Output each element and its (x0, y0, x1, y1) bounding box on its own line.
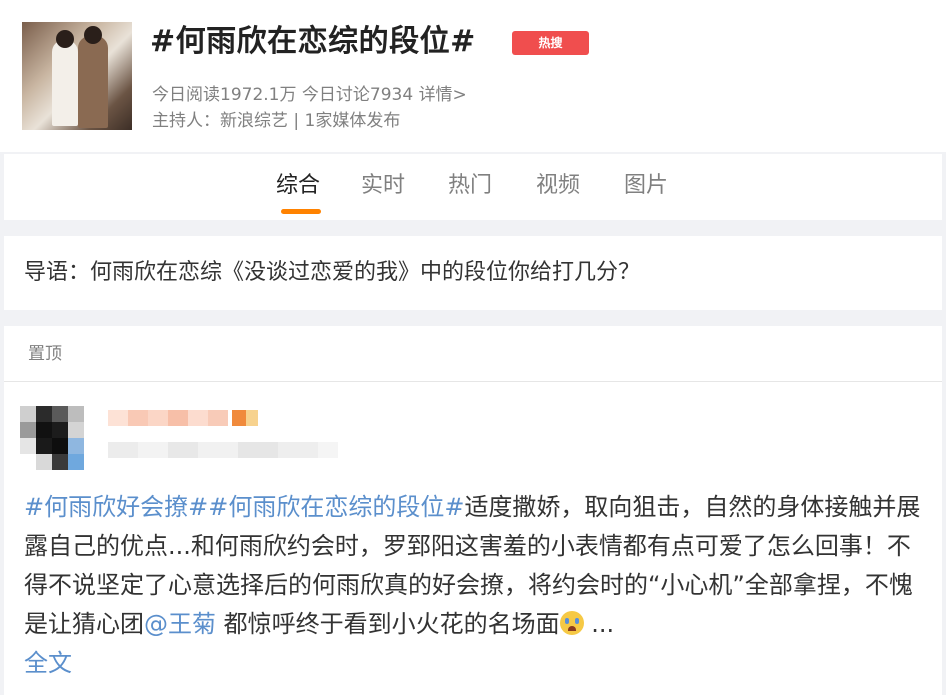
avatar-pixel (52, 454, 68, 470)
avatar-pixel (36, 438, 52, 454)
topic-host: 主持人：新浪综艺 | 1家媒体发布 (152, 111, 401, 131)
tab-video[interactable]: 视频 (536, 170, 580, 202)
avatar-pixel (52, 422, 68, 438)
mention-link[interactable]: @王菊 (144, 610, 216, 638)
name-blur-block (148, 410, 168, 426)
divider (4, 381, 942, 382)
name-blur-block (188, 410, 208, 426)
cover-figure-left (52, 40, 78, 126)
avatar-pixel (68, 422, 84, 438)
cover-figure-right (78, 36, 108, 128)
topic-header: #何雨欣在恋综的段位# 热搜 今日阅读1972.1万 今日讨论7934 详情> … (0, 0, 946, 152)
intro-card: 导语：何雨欣在恋综《没谈过恋爱的我》中的段位你给打几分？ (4, 236, 942, 310)
detail-link[interactable]: 详情> (419, 85, 467, 105)
cover-head-left (56, 30, 74, 48)
avatar-pixel (36, 422, 52, 438)
name-blur-block (108, 410, 128, 426)
name-blur-block (168, 410, 188, 426)
hashtag-link[interactable]: #何雨欣好会撩# (24, 493, 208, 521)
meta-blur-block (318, 442, 338, 458)
meta-blur-block (198, 442, 238, 458)
intro-text: 导语：何雨欣在恋综《没谈过恋爱的我》中的段位你给打几分？ (24, 260, 641, 285)
name-blur-block (232, 410, 246, 426)
avatar-pixel (20, 438, 36, 454)
tab-hot[interactable]: 热门 (448, 170, 492, 202)
avatar-pixel (68, 406, 84, 422)
avatar-pixel (52, 438, 68, 454)
topic-stats: 今日阅读1972.1万 今日讨论7934 详情> (152, 82, 467, 108)
name-blur-block (208, 410, 228, 426)
post-card: 置顶 #何雨欣好会撩##何雨欣在恋综的段位#适度撒娇，取向狙击，自然的身体接触并… (4, 326, 942, 695)
tab-bar: 综合 实时 热门 视频 图片 (4, 154, 942, 220)
avatar-pixel (68, 454, 84, 470)
topic-cover-image[interactable] (22, 22, 132, 130)
meta-blur-block (238, 442, 278, 458)
avatar-pixel (36, 454, 52, 470)
cover-head-right (84, 26, 102, 44)
tab-comprehensive[interactable]: 综合 (276, 170, 320, 202)
meta-blur-block (278, 442, 318, 458)
meta-blur-block (138, 442, 168, 458)
read-discuss-count: 今日阅读1972.1万 今日讨论7934 (152, 85, 414, 105)
ellipsis: ... (583, 610, 615, 638)
screaming-face-emoji-icon (559, 611, 584, 635)
hot-search-badge: 热搜 (512, 31, 589, 55)
tab-images[interactable]: 图片 (624, 170, 668, 202)
meta-blur-block (108, 442, 138, 458)
topic-title: #何雨欣在恋综的段位# (150, 24, 476, 59)
pinned-label: 置顶 (28, 344, 62, 364)
avatar-pixel (36, 406, 52, 422)
hashtag-link[interactable]: #何雨欣在恋综的段位# (208, 493, 464, 521)
username-blurred[interactable] (108, 404, 258, 434)
post-meta-blurred (108, 434, 338, 462)
active-tab-indicator (281, 209, 321, 214)
meta-blur-block (168, 442, 198, 458)
avatar-pixel (68, 438, 84, 454)
avatar-pixel (20, 422, 36, 438)
full-text-link[interactable]: 全文 (24, 649, 72, 677)
post-text: #何雨欣好会撩##何雨欣在恋综的段位#适度撒娇，取向狙击，自然的身体接触并展露自… (24, 488, 929, 683)
tab-realtime[interactable]: 实时 (361, 170, 405, 202)
avatar[interactable] (20, 402, 100, 474)
name-blur-block (246, 410, 258, 426)
avatar-pixel (52, 406, 68, 422)
avatar-pixel (20, 406, 36, 422)
name-blur-block (128, 410, 148, 426)
post-body-continued: 都惊呼终于看到小火花的名场面 (216, 610, 560, 638)
